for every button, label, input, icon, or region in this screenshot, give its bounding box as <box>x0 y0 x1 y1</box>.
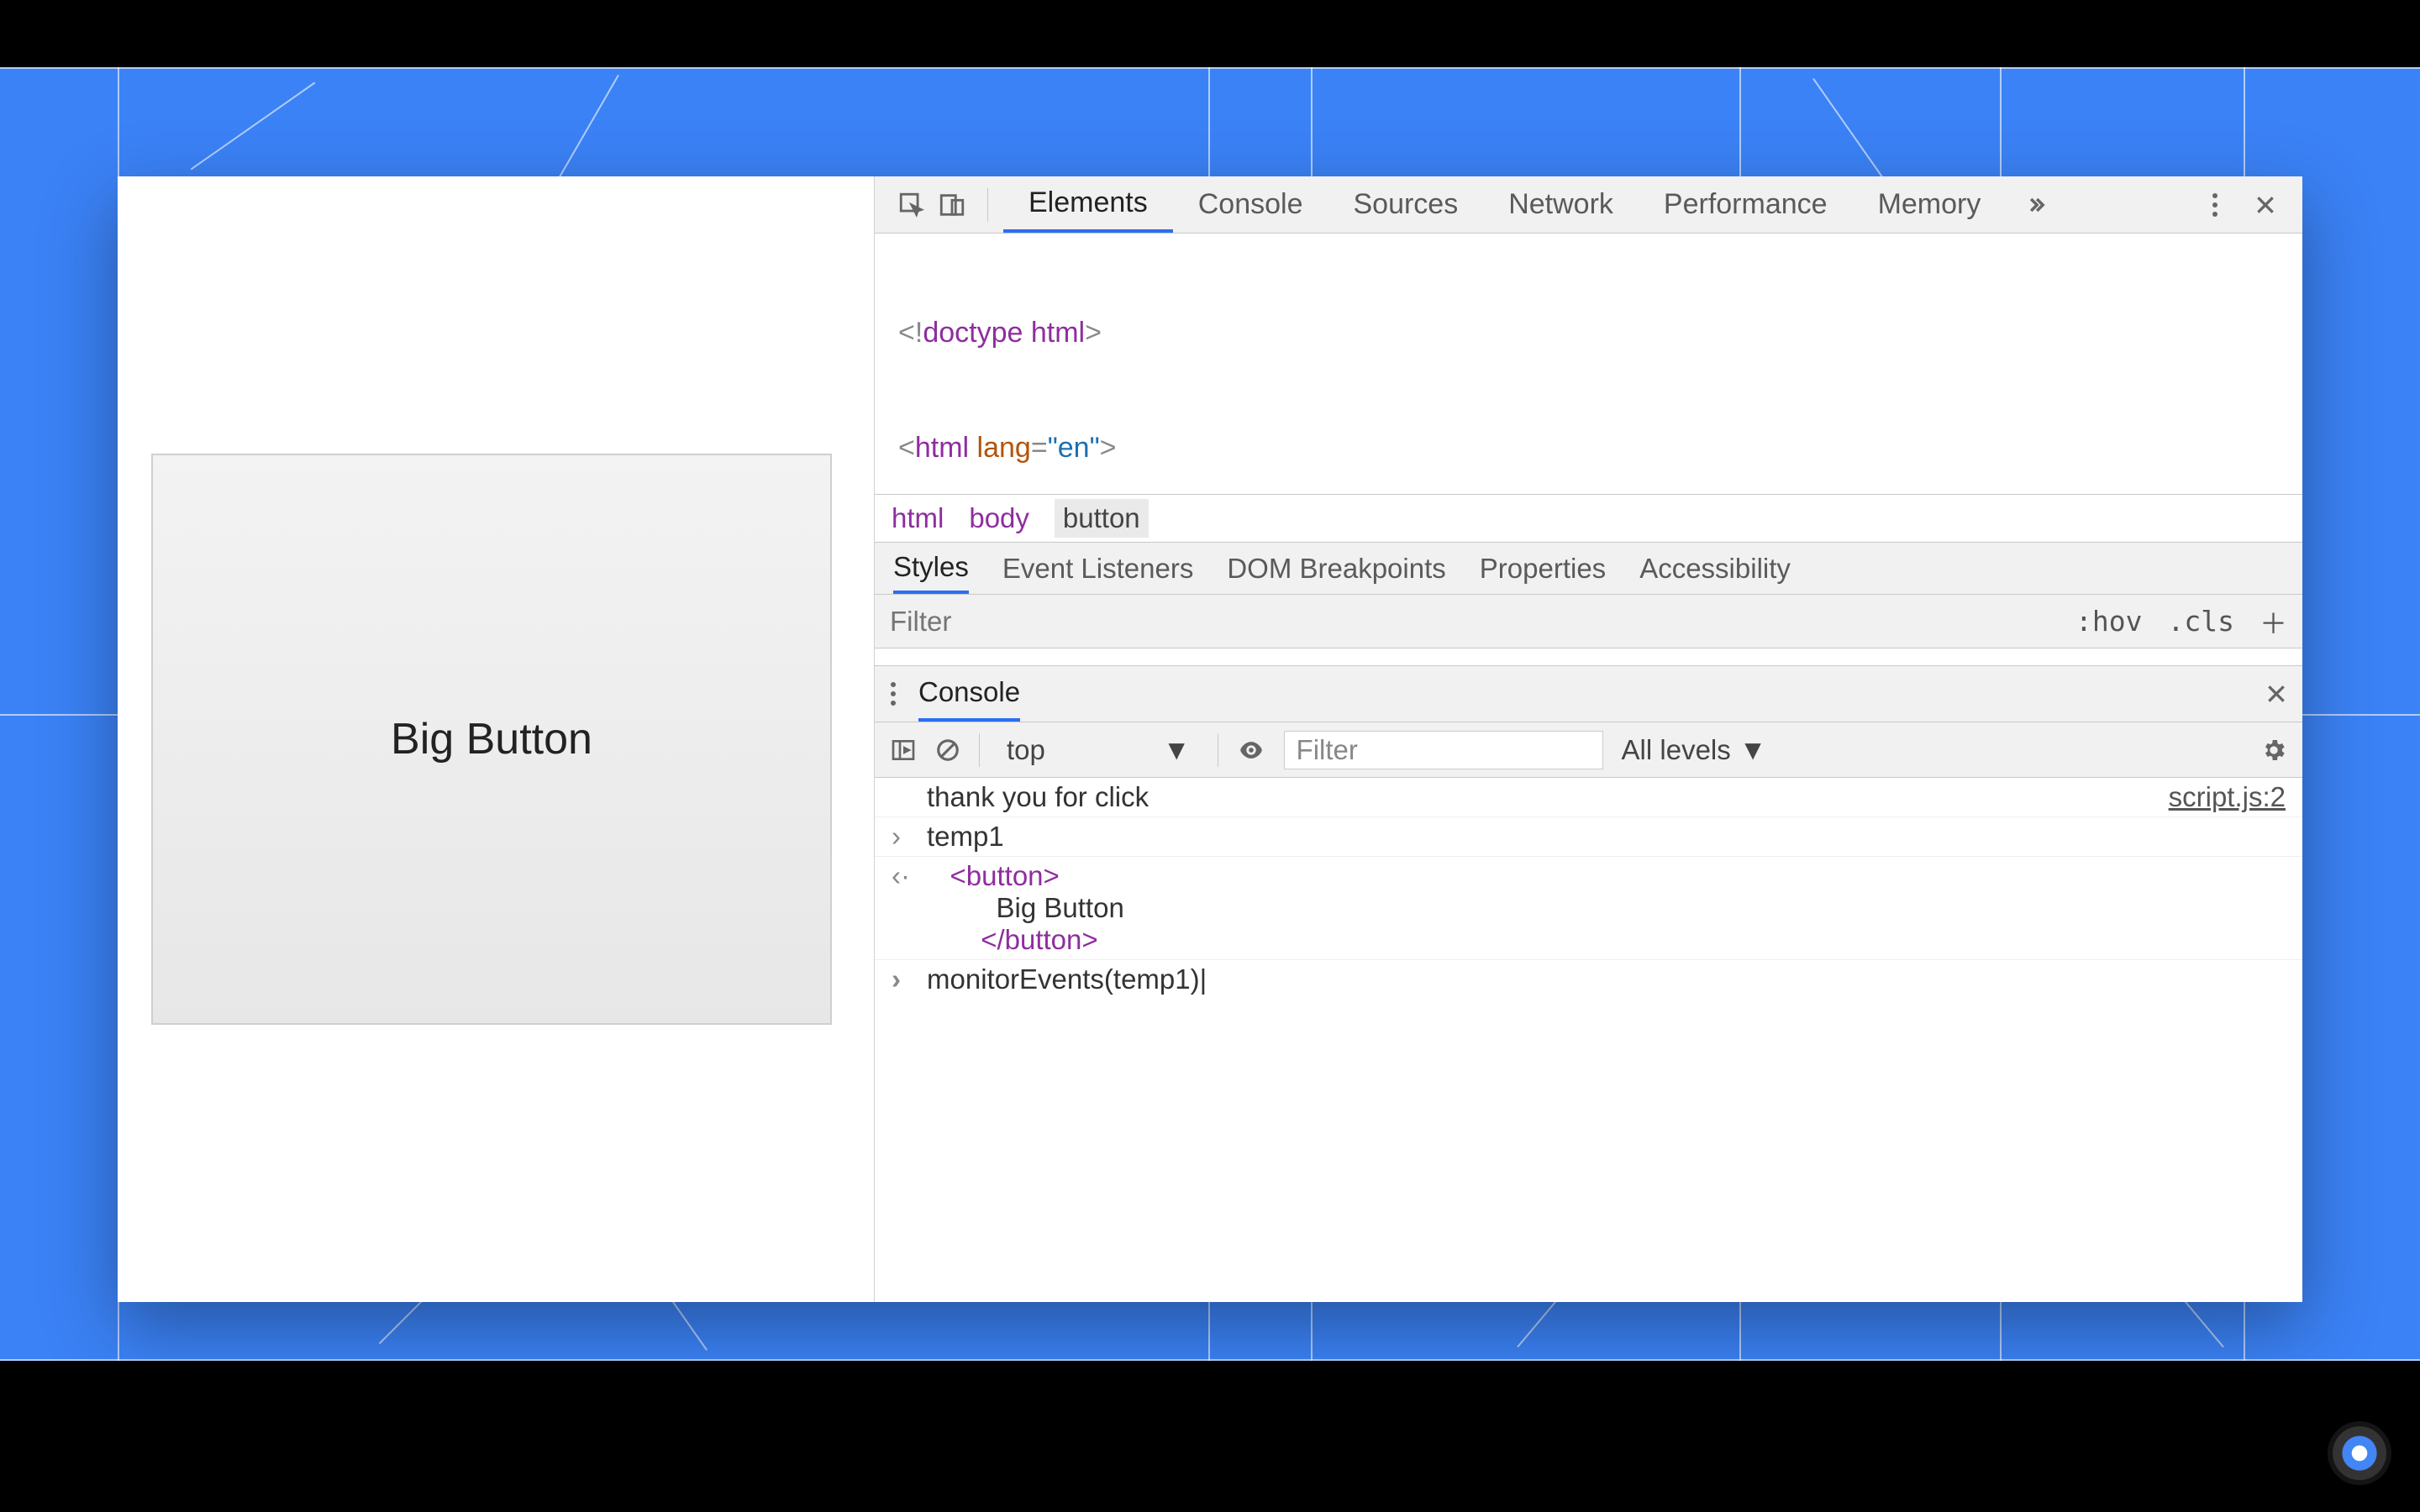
grid-line <box>0 1359 2420 1361</box>
tab-network[interactable]: Network <box>1483 176 1639 233</box>
punct: <! <box>898 317 923 349</box>
tab-memory[interactable]: Memory <box>1853 176 2007 233</box>
app-window: Big Button Elements Console Sources Netw… <box>118 176 2302 1302</box>
levels-label: All levels <box>1622 734 1731 766</box>
styles-filter-row: :hov .cls ＋ <box>875 595 2302 648</box>
console-past-input: temp1 <box>922 821 2286 853</box>
tag: </button> <box>981 924 1097 955</box>
text-node: Big Button <box>997 892 1124 923</box>
subtab-event-listeners[interactable]: Event Listeners <box>1002 553 1193 585</box>
separator <box>979 733 980 767</box>
attr: lang <box>969 432 1031 464</box>
grid-diag <box>191 82 316 171</box>
page-preview: Big Button <box>118 176 874 1302</box>
console-output[interactable]: thank you for click script.js:2 › temp1 … <box>875 778 2302 1302</box>
tab-sources[interactable]: Sources <box>1328 176 1483 233</box>
punct: > <box>1085 317 1102 349</box>
punct: < <box>898 432 915 464</box>
log-levels-selector[interactable]: All levels ▼ <box>1622 734 1767 766</box>
kebab-menu-icon[interactable] <box>2195 185 2235 225</box>
console-settings-icon[interactable] <box>2260 737 2287 764</box>
console-input[interactable]: monitorEvents(temp1)| <box>922 963 2286 995</box>
console-log-row: thank you for click script.js:2 <box>875 778 2302 817</box>
stage: Big Button Elements Console Sources Netw… <box>0 0 2420 1512</box>
clear-console-icon[interactable] <box>935 738 960 763</box>
tab-elements[interactable]: Elements <box>1003 176 1173 233</box>
val: "en" <box>1048 432 1100 464</box>
grid-line <box>0 67 2420 69</box>
input-text: monitorEvents(temp1) <box>927 963 1200 995</box>
log-source-link[interactable]: script.js:2 <box>2169 781 2286 813</box>
more-tabs-icon[interactable] <box>2016 185 2056 225</box>
hov-toggle[interactable]: :hov <box>2075 605 2142 638</box>
dom-line-html[interactable]: <html lang="en"> <box>875 429 2302 468</box>
add-rule-icon[interactable]: ＋ <box>2260 601 2287 642</box>
crumb-html[interactable]: html <box>892 502 944 534</box>
console-active-input-row[interactable]: › monitorEvents(temp1)| <box>875 960 2302 999</box>
subtab-dom-breakpoints[interactable]: DOM Breakpoints <box>1227 553 1445 585</box>
big-button[interactable]: Big Button <box>151 454 832 1025</box>
close-drawer-icon[interactable] <box>2265 683 2287 705</box>
text-cursor: | <box>1200 963 1207 995</box>
breadcrumb: html body button <box>875 494 2302 543</box>
chevron-down-icon: ▼ <box>1163 734 1191 766</box>
close-devtools-icon[interactable] <box>2245 185 2286 225</box>
console-result: <button> Big Button </button> <box>922 860 2286 956</box>
devtools-tab-bar: Elements Console Sources Network Perform… <box>875 176 2302 234</box>
kebab-menu-icon[interactable] <box>890 681 897 706</box>
console-drawer-header: Console <box>875 665 2302 722</box>
punct: = <box>1031 432 1048 464</box>
result-icon: ‹· <box>892 860 922 956</box>
chevron-down-icon: ▼ <box>1739 734 1767 766</box>
context-label: top <box>1007 734 1045 766</box>
console-toolbar: top ▼ Filter All levels ▼ <box>875 722 2302 778</box>
gutter <box>892 781 922 813</box>
dom-tree[interactable]: <!doctype html> <html lang="en"> ▶<head>… <box>875 234 2302 494</box>
subtab-styles[interactable]: Styles <box>893 543 969 594</box>
doctype: doctype html <box>923 317 1085 349</box>
console-drawer-tab[interactable]: Console <box>918 666 1020 722</box>
separator <box>987 188 988 222</box>
styles-filter-input[interactable] <box>890 606 2050 638</box>
console-input-row: › temp1 <box>875 817 2302 857</box>
punct: > <box>1100 432 1117 464</box>
grid-diag <box>1812 78 1886 182</box>
prompt-icon: › <box>892 821 922 853</box>
subtab-properties[interactable]: Properties <box>1480 553 1606 585</box>
chrome-logo-icon <box>2333 1426 2386 1480</box>
context-selector[interactable]: top ▼ <box>998 734 1199 766</box>
live-expression-icon[interactable] <box>1237 736 1265 764</box>
grid-diag <box>559 75 619 177</box>
prompt-icon: › <box>892 963 922 995</box>
subtab-accessibility[interactable]: Accessibility <box>1639 553 1791 585</box>
tag: html <box>915 432 969 464</box>
tab-console[interactable]: Console <box>1173 176 1328 233</box>
styles-subtabs: Styles Event Listeners DOM Breakpoints P… <box>875 543 2302 595</box>
tab-performance[interactable]: Performance <box>1639 176 1853 233</box>
filter-placeholder: Filter <box>1297 734 1358 766</box>
show-sidebar-icon[interactable] <box>890 737 917 764</box>
device-toggle-icon[interactable] <box>932 185 972 225</box>
tag: <button> <box>950 860 1060 891</box>
cls-toggle[interactable]: .cls <box>2168 605 2234 638</box>
crumb-body[interactable]: body <box>969 502 1029 534</box>
console-filter-input[interactable]: Filter <box>1284 731 1603 769</box>
inspect-icon[interactable] <box>892 185 932 225</box>
console-result-row: ‹· <button> Big Button </button> <box>875 857 2302 960</box>
log-message: thank you for click <box>922 781 2169 813</box>
devtools-panel: Elements Console Sources Network Perform… <box>874 176 2302 1302</box>
dom-line-doctype[interactable]: <!doctype html> <box>875 314 2302 353</box>
crumb-button[interactable]: button <box>1055 499 1149 538</box>
